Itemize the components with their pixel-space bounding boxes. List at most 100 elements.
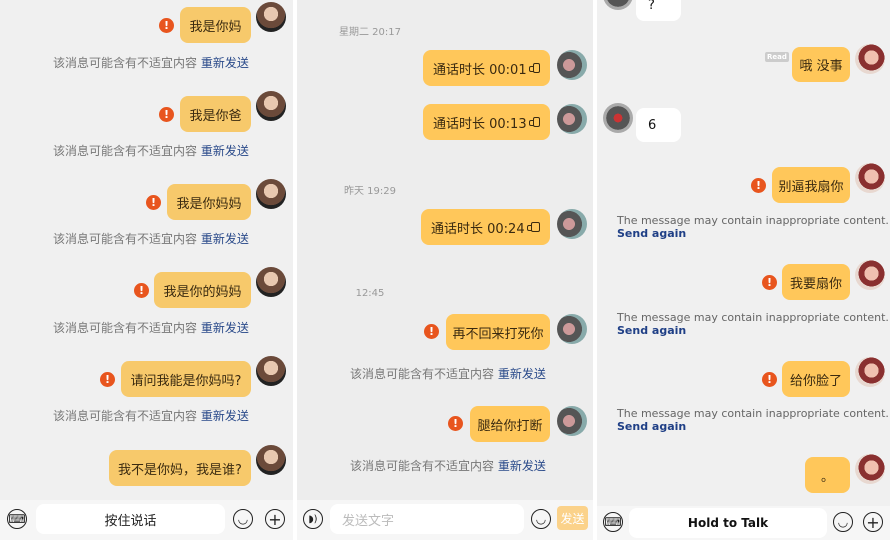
read-receipt: Read bbox=[765, 52, 789, 62]
voice-icon[interactable]: ◗) bbox=[303, 509, 323, 529]
message-bubble[interactable]: 我是你的妈妈 bbox=[154, 272, 251, 308]
warning-note: 该消息可能含有不适宜内容 重新发送 bbox=[350, 365, 546, 382]
message-input[interactable]: 发送文字 bbox=[330, 504, 524, 534]
warning-text: The message may contain inappropriate co… bbox=[617, 214, 889, 227]
warning-note: 该消息可能含有不适宜内容 重新发送 bbox=[53, 54, 249, 71]
resend-link[interactable]: 重新发送 bbox=[498, 459, 546, 473]
error-icon[interactable]: ! bbox=[146, 195, 161, 210]
avatar[interactable] bbox=[557, 50, 587, 80]
warning-text: 该消息可能含有不适宜内容 bbox=[53, 56, 198, 70]
warning-text: The message may contain inappropriate co… bbox=[617, 311, 889, 324]
contact-avatar[interactable] bbox=[603, 0, 633, 10]
avatar[interactable] bbox=[256, 91, 286, 121]
warning-note: 该消息可能含有不适宜内容 重新发送 bbox=[350, 457, 546, 474]
emoji-icon[interactable]: ◡ bbox=[531, 509, 551, 529]
avatar[interactable] bbox=[557, 209, 587, 239]
send-again-link[interactable]: Send again bbox=[617, 324, 889, 337]
avatar[interactable] bbox=[256, 356, 286, 386]
keyboard-icon[interactable]: ⌨ bbox=[603, 512, 623, 532]
timestamp: 昨天 19:29 bbox=[344, 186, 396, 197]
chat-panel-chinese-2: 星期二 20:17 通话时长 00:01 通话时长 00:13 昨天 19:29… bbox=[297, 0, 593, 540]
emoji-icon[interactable]: ◡ bbox=[233, 509, 253, 529]
timestamp: 星期二 20:17 bbox=[339, 27, 401, 38]
message-bubble[interactable]: 我要扇你 bbox=[782, 264, 850, 300]
warning-text: 该消息可能含有不适宜内容 bbox=[53, 321, 198, 335]
error-icon[interactable]: ! bbox=[100, 372, 115, 387]
resend-link[interactable]: 重新发送 bbox=[201, 56, 249, 70]
chat-panel-chinese-1: ! 我是你妈 该消息可能含有不适宜内容 重新发送 ! 我是你爸 该消息可能含有不… bbox=[0, 0, 293, 540]
avatar[interactable] bbox=[256, 2, 286, 32]
resend-link[interactable]: 重新发送 bbox=[498, 367, 546, 381]
avatar[interactable] bbox=[855, 163, 885, 193]
resend-link[interactable]: 重新发送 bbox=[201, 409, 249, 423]
avatar[interactable] bbox=[855, 260, 885, 290]
call-duration: 通话时长 00:13 bbox=[433, 116, 527, 132]
message-bubble[interactable]: 腿给你打断 bbox=[470, 406, 550, 442]
call-bubble[interactable]: 通话时长 00:01 bbox=[423, 50, 550, 86]
timestamp: 12:45 bbox=[355, 288, 385, 299]
warning-note: The message may contain inappropriate co… bbox=[617, 407, 889, 433]
warning-text: 该消息可能含有不适宜内容 bbox=[53, 409, 198, 423]
avatar[interactable] bbox=[855, 44, 885, 74]
error-icon[interactable]: ! bbox=[762, 372, 777, 387]
message-bubble[interactable]: 给你脸了 bbox=[782, 361, 850, 397]
message-bubble[interactable]: 别逼我扇你 bbox=[772, 167, 850, 203]
warning-text: 该消息可能含有不适宜内容 bbox=[350, 459, 495, 473]
plus-icon[interactable]: + bbox=[863, 512, 883, 532]
avatar[interactable] bbox=[557, 104, 587, 134]
avatar[interactable] bbox=[855, 454, 885, 484]
send-button[interactable]: 发送 bbox=[557, 506, 588, 530]
video-call-icon bbox=[528, 117, 540, 127]
error-icon[interactable]: ! bbox=[159, 18, 174, 33]
message-bubble[interactable]: 我是你爸 bbox=[180, 96, 251, 132]
message-bubble[interactable]: 请问我能是你妈吗? bbox=[121, 361, 251, 397]
contact-avatar[interactable] bbox=[603, 103, 633, 133]
message-bubble[interactable]: 我不是你妈，我是谁? bbox=[109, 450, 251, 486]
resend-link[interactable]: 重新发送 bbox=[201, 321, 249, 335]
incoming-bubble[interactable]: ? bbox=[636, 0, 681, 21]
error-icon[interactable]: ! bbox=[134, 283, 149, 298]
error-icon[interactable]: ! bbox=[424, 324, 439, 339]
avatar[interactable] bbox=[256, 445, 286, 475]
warning-text: 该消息可能含有不适宜内容 bbox=[350, 367, 495, 381]
call-bubble[interactable]: 通话时长 00:13 bbox=[423, 104, 550, 140]
error-icon[interactable]: ! bbox=[751, 178, 766, 193]
chat-panel-english: ? Read 哦 没事 6 ! 别逼我扇你 The message may co… bbox=[597, 0, 890, 540]
avatar[interactable] bbox=[855, 357, 885, 387]
hold-to-talk-button[interactable]: 按住说话 bbox=[36, 504, 225, 534]
plus-icon[interactable]: + bbox=[265, 509, 285, 529]
error-icon[interactable]: ! bbox=[762, 275, 777, 290]
warning-note: The message may contain inappropriate co… bbox=[617, 214, 889, 240]
call-duration: 通话时长 00:24 bbox=[431, 221, 525, 237]
call-bubble[interactable]: 通话时长 00:24 bbox=[421, 209, 550, 245]
emoji-icon[interactable]: ◡ bbox=[833, 512, 853, 532]
error-icon[interactable]: ! bbox=[448, 416, 463, 431]
input-bar: ◗) 发送文字 ◡ 发送 bbox=[297, 500, 593, 540]
error-icon[interactable]: ! bbox=[159, 107, 174, 122]
resend-link[interactable]: 重新发送 bbox=[201, 144, 249, 158]
warning-text: 该消息可能含有不适宜内容 bbox=[53, 144, 198, 158]
video-call-icon bbox=[526, 222, 540, 232]
warning-note: 该消息可能含有不适宜内容 重新发送 bbox=[53, 407, 249, 424]
message-bubble[interactable]: 再不回来打死你 bbox=[446, 314, 550, 350]
send-again-link[interactable]: Send again bbox=[617, 420, 889, 433]
resend-link[interactable]: 重新发送 bbox=[201, 232, 249, 246]
warning-note: 该消息可能含有不适宜内容 重新发送 bbox=[53, 230, 249, 247]
warning-note: 该消息可能含有不适宜内容 重新发送 bbox=[53, 319, 249, 336]
video-call-icon bbox=[528, 63, 540, 73]
warning-text: The message may contain inappropriate co… bbox=[617, 407, 889, 420]
warning-note: The message may contain inappropriate co… bbox=[617, 311, 889, 337]
incoming-bubble[interactable]: 6 bbox=[636, 108, 681, 142]
keyboard-icon[interactable]: ⌨ bbox=[7, 509, 27, 529]
hold-to-talk-button[interactable]: Hold to Talk bbox=[629, 508, 827, 538]
avatar[interactable] bbox=[256, 267, 286, 297]
avatar[interactable] bbox=[256, 179, 286, 209]
avatar[interactable] bbox=[557, 406, 587, 436]
message-bubble[interactable]: 我是你妈妈 bbox=[167, 184, 251, 220]
message-bubble[interactable]: 哦 没事 bbox=[792, 47, 850, 82]
send-again-link[interactable]: Send again bbox=[617, 227, 889, 240]
message-bubble[interactable]: 我是你妈 bbox=[180, 7, 251, 43]
message-bubble[interactable]: 。 bbox=[805, 457, 850, 493]
avatar[interactable] bbox=[557, 314, 587, 344]
call-duration: 通话时长 00:01 bbox=[433, 62, 527, 78]
